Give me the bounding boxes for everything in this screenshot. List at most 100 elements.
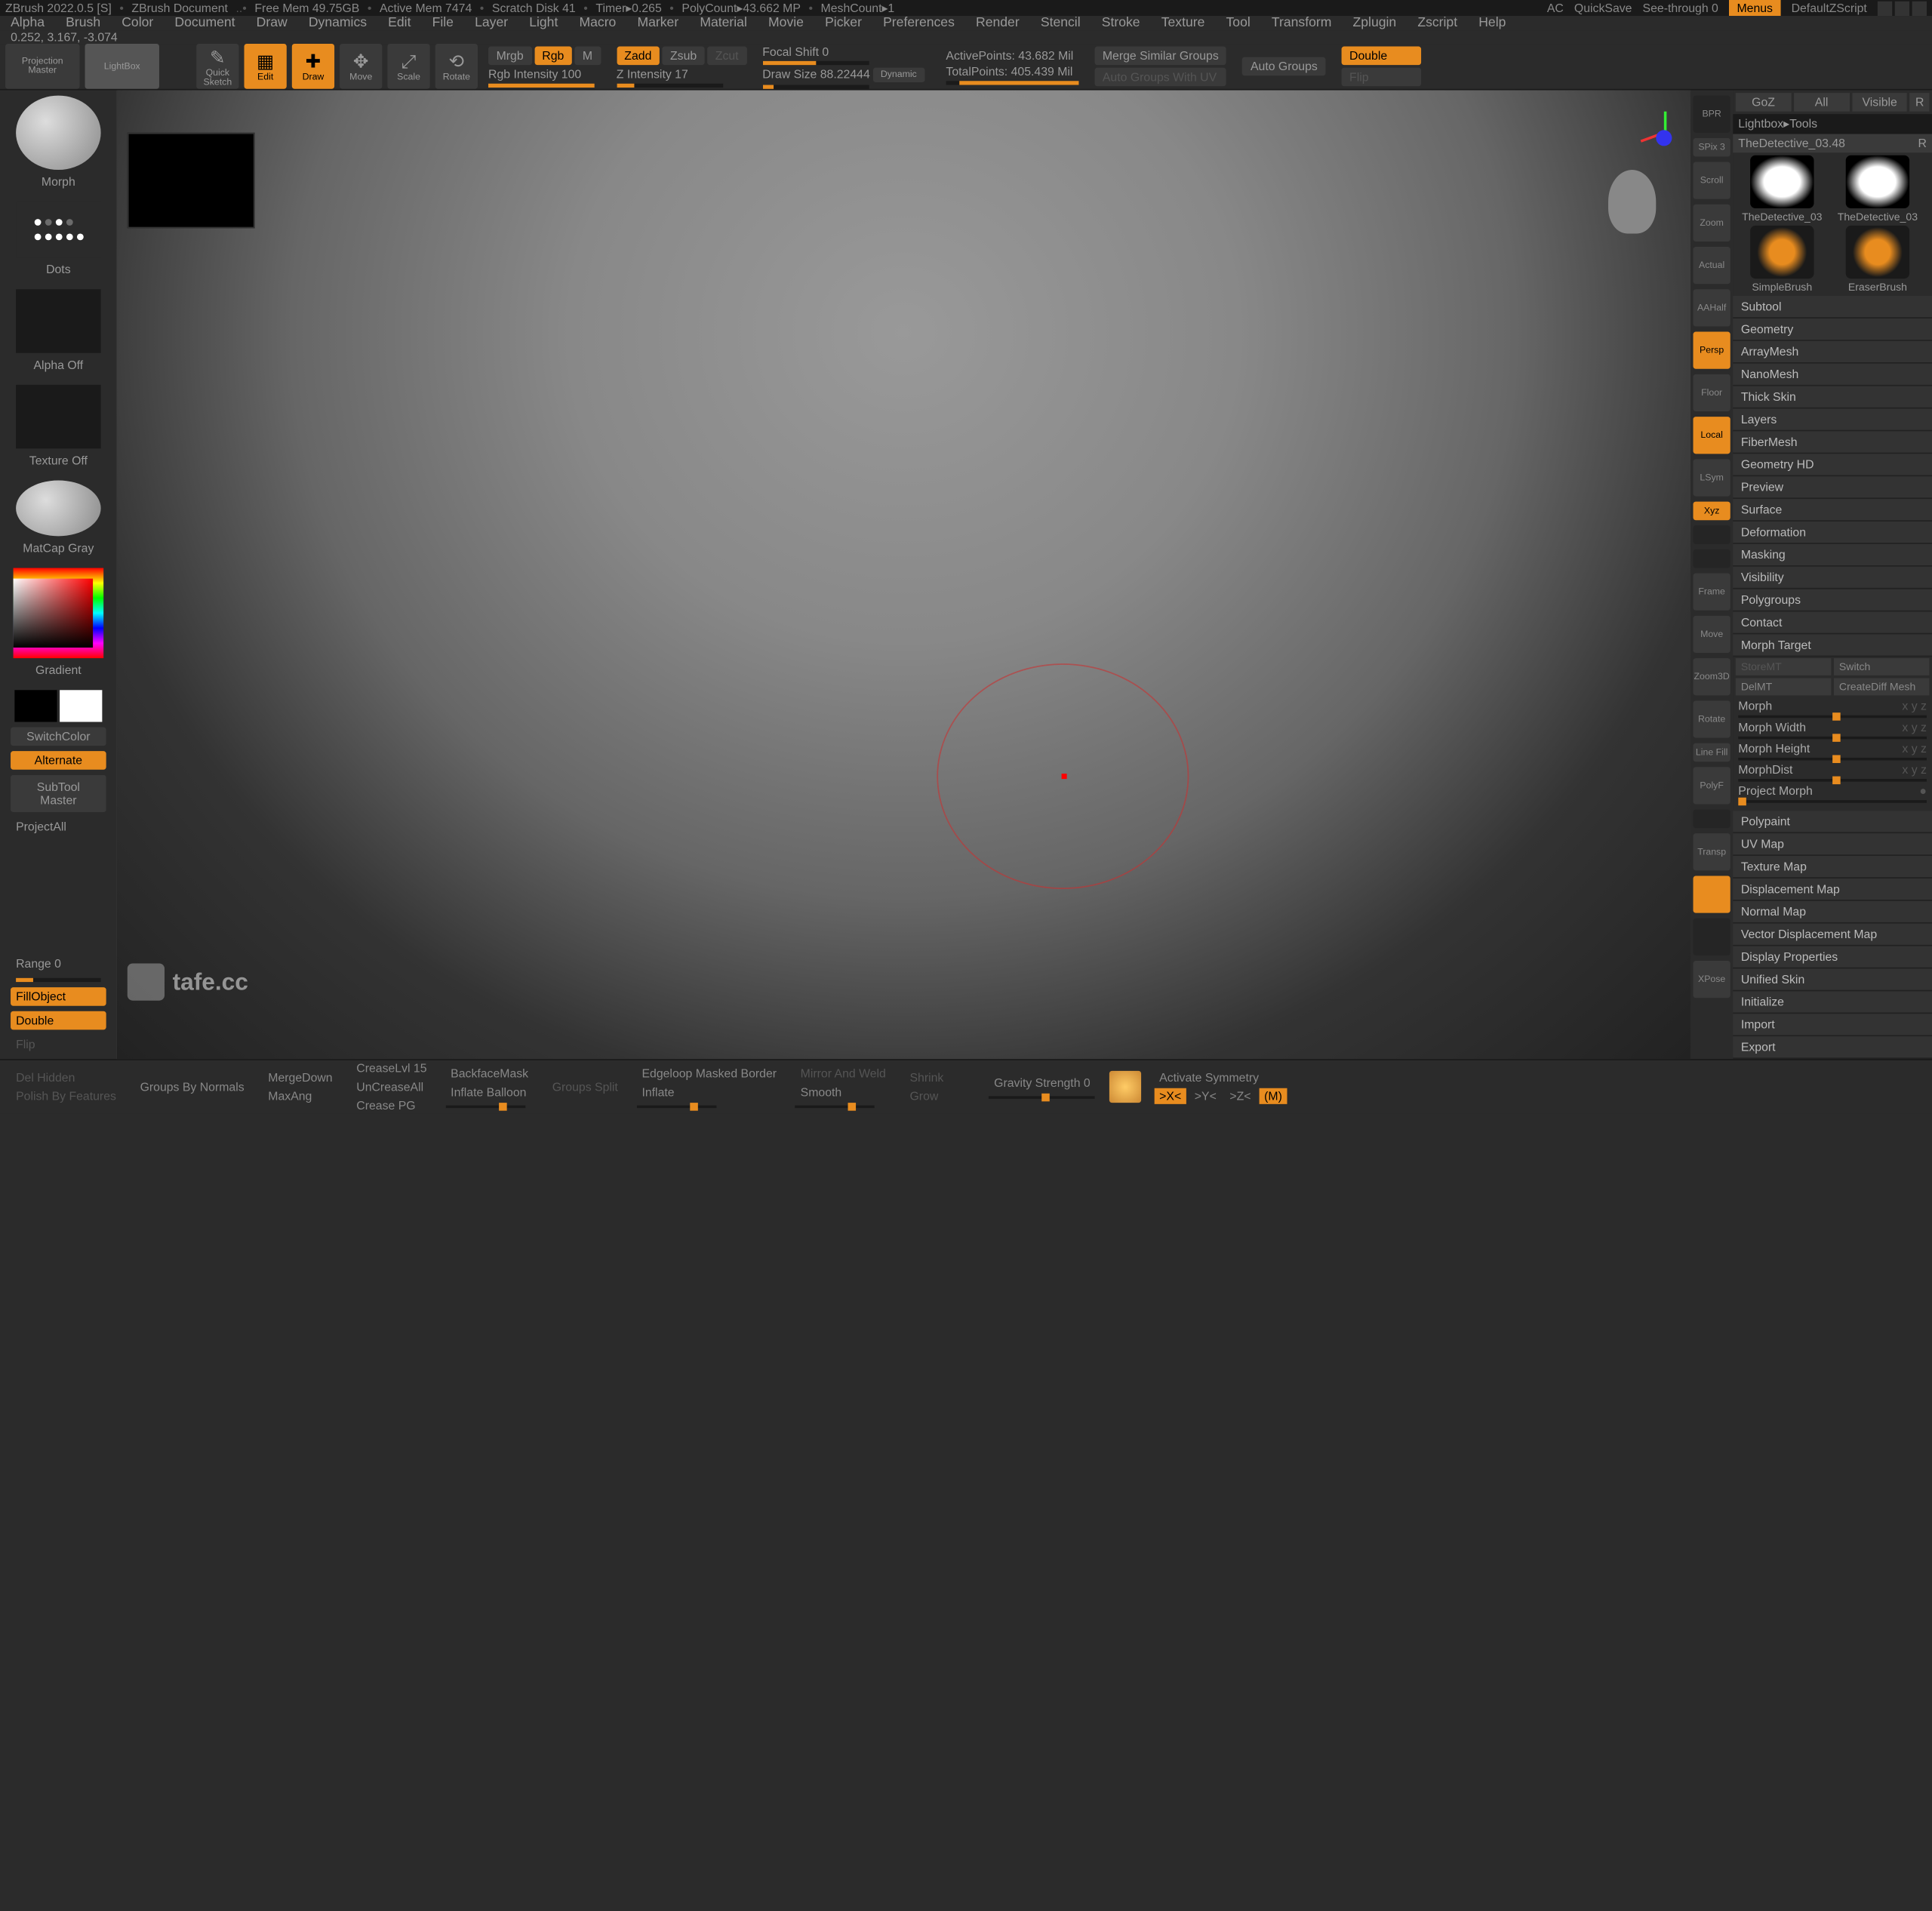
menu-macro[interactable]: Macro: [579, 16, 616, 30]
section-subtool[interactable]: Subtool: [1733, 296, 1932, 318]
move-button[interactable]: ✥Move: [340, 44, 382, 89]
move-nav-button[interactable]: Move: [1694, 616, 1730, 653]
sym-m-button[interactable]: (M): [1259, 1088, 1287, 1104]
menu-transform[interactable]: Transform: [1272, 16, 1331, 30]
switchcolor-button[interactable]: SwitchColor: [11, 728, 106, 746]
section-unifiedskin[interactable]: Unified Skin: [1733, 969, 1932, 992]
secondary-color[interactable]: [14, 690, 57, 722]
r-tab[interactable]: R: [1910, 93, 1929, 112]
focal-shift-slider[interactable]: Focal Shift 0: [762, 45, 924, 58]
section-initialize[interactable]: Initialize: [1733, 991, 1932, 1014]
menu-marker[interactable]: Marker: [637, 16, 678, 30]
menu-draw[interactable]: Draw: [257, 16, 288, 30]
section-uvmap[interactable]: UV Map: [1733, 833, 1932, 856]
section-morphtarget[interactable]: Morph Target: [1733, 634, 1932, 657]
menu-picker[interactable]: Picker: [825, 16, 862, 30]
section-geometry[interactable]: Geometry: [1733, 318, 1932, 341]
tool-thumb-2[interactable]: TheDetective_03: [1831, 155, 1924, 223]
menu-color[interactable]: Color: [122, 16, 153, 30]
delmt-button[interactable]: DelMT: [1736, 678, 1832, 695]
merge-groups-button[interactable]: Merge Similar Groups: [1094, 47, 1226, 66]
menu-zplugin[interactable]: Zplugin: [1353, 16, 1397, 30]
groupsbynormals-button[interactable]: Groups By Normals: [135, 1079, 250, 1094]
subtool-master-button[interactable]: SubTool Master: [11, 775, 106, 812]
nav-gizmo[interactable]: [1592, 130, 1672, 263]
xyz-button[interactable]: Xyz: [1694, 502, 1730, 521]
quicksave-button[interactable]: QuickSave: [1574, 2, 1632, 15]
zsub-button[interactable]: Zsub: [662, 46, 704, 65]
activate-symmetry-button[interactable]: Activate Symmetry: [1154, 1069, 1287, 1085]
section-fibermesh[interactable]: FiberMesh: [1733, 431, 1932, 454]
menu-document[interactable]: Document: [174, 16, 235, 30]
scale-button[interactable]: ⤢Scale: [387, 44, 429, 89]
polishfeatures-button[interactable]: Polish By Features: [11, 1088, 122, 1104]
section-polygroups[interactable]: Polygroups: [1733, 589, 1932, 612]
menu-layer[interactable]: Layer: [475, 16, 508, 30]
xpose-button[interactable]: XPose: [1694, 961, 1730, 998]
frame-button[interactable]: Frame: [1694, 574, 1730, 611]
menu-help[interactable]: Help: [1478, 16, 1506, 30]
section-polypaint[interactable]: Polypaint: [1733, 811, 1932, 833]
switch-button[interactable]: Switch: [1834, 658, 1930, 675]
creaselevel-slider[interactable]: CreaseLvl 15: [351, 1060, 432, 1076]
menu-brush[interactable]: Brush: [66, 16, 100, 30]
menu-movie[interactable]: Movie: [768, 16, 804, 30]
section-nanomesh[interactable]: NanoMesh: [1733, 364, 1932, 386]
section-masking[interactable]: Masking: [1733, 544, 1932, 567]
actual-button[interactable]: Actual: [1694, 247, 1730, 284]
flip-button[interactable]: Flip: [1341, 68, 1420, 87]
stroke-swatch[interactable]: [16, 202, 101, 257]
morphdist-slider[interactable]: MorphDist: [1738, 763, 1792, 777]
menu-edit[interactable]: Edit: [388, 16, 411, 30]
sym-y-button[interactable]: >Y<: [1189, 1088, 1222, 1104]
menu-light[interactable]: Light: [529, 16, 558, 30]
section-export[interactable]: Export: [1733, 1036, 1932, 1059]
scroll-button[interactable]: Scroll: [1694, 162, 1730, 199]
r-badge[interactable]: R: [1918, 137, 1927, 150]
visible-tab[interactable]: Visible: [1852, 93, 1908, 112]
rtool-22[interactable]: [1694, 919, 1730, 956]
goz-tab[interactable]: GoZ: [1736, 93, 1792, 112]
viewport[interactable]: tafe.cc: [117, 91, 1690, 1060]
zoom3d-button[interactable]: Zoom3D: [1694, 658, 1730, 695]
rtool-21[interactable]: [1694, 875, 1730, 912]
menu-dynamics[interactable]: Dynamics: [309, 16, 367, 30]
auto-groups-uv-button[interactable]: Auto Groups With UV: [1094, 68, 1226, 87]
menu-stroke[interactable]: Stroke: [1102, 16, 1140, 30]
rotate-nav-button[interactable]: Rotate: [1694, 700, 1730, 737]
quicksketch-button[interactable]: ✎Quick Sketch: [196, 44, 238, 89]
tool-thumb-3[interactable]: SimpleBrush: [1736, 226, 1829, 294]
flip2-button[interactable]: Flip: [11, 1035, 106, 1054]
rtool-12[interactable]: [1694, 549, 1730, 568]
section-layers[interactable]: Layers: [1733, 409, 1932, 432]
section-import[interactable]: Import: [1733, 1014, 1932, 1036]
menu-render[interactable]: Render: [976, 16, 1020, 30]
projection-master-button[interactable]: Projection Master: [5, 44, 79, 89]
menu-texture[interactable]: Texture: [1161, 16, 1205, 30]
groupssplit-button[interactable]: Groups Split: [547, 1079, 623, 1094]
transp-button[interactable]: Transp: [1694, 833, 1730, 870]
section-normalmap[interactable]: Normal Map: [1733, 901, 1932, 924]
maxangle-slider[interactable]: MaxAng: [263, 1088, 337, 1104]
uncreaseall-button[interactable]: UnCreaseAll: [351, 1079, 432, 1094]
material-swatch[interactable]: [16, 480, 101, 536]
rtool-19[interactable]: [1694, 810, 1730, 829]
menu-material[interactable]: Material: [700, 16, 747, 30]
section-displayprops[interactable]: Display Properties: [1733, 946, 1932, 969]
projectmorph-slider[interactable]: Project Morph: [1738, 784, 1813, 798]
section-displacement[interactable]: Displacement Map: [1733, 879, 1932, 901]
polyf-button[interactable]: PolyF: [1694, 767, 1730, 804]
spix-button[interactable]: SPix 3: [1694, 138, 1730, 157]
seethrough-slider[interactable]: See-through 0: [1643, 2, 1718, 15]
projectall-button[interactable]: ProjectAll: [11, 817, 106, 836]
menu-tool[interactable]: Tool: [1226, 16, 1251, 30]
morphwidth-slider[interactable]: Morph Width: [1738, 721, 1806, 734]
fillobject-button[interactable]: FillObject: [11, 987, 106, 1006]
brush-swatch[interactable]: [16, 96, 101, 170]
alternate-button[interactable]: Alternate: [11, 751, 106, 770]
section-contact[interactable]: Contact: [1733, 612, 1932, 635]
bpr-button[interactable]: BPR: [1694, 96, 1730, 133]
texture-swatch[interactable]: [16, 385, 101, 448]
sym-x-button[interactable]: >X<: [1154, 1088, 1186, 1104]
creasepg-button[interactable]: Crease PG: [351, 1097, 432, 1113]
